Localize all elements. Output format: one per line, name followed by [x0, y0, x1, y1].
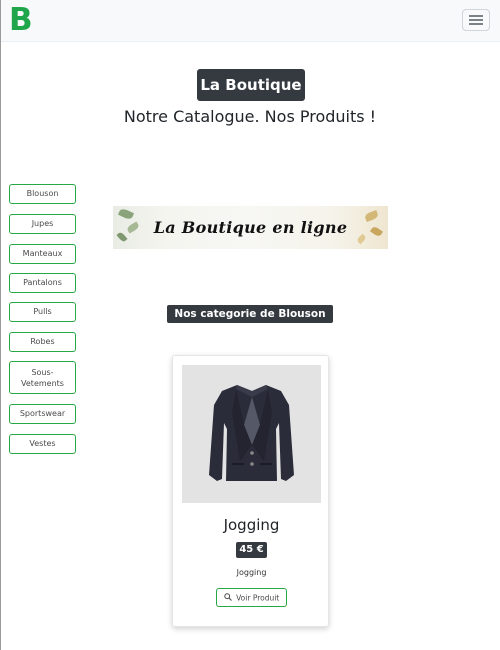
category-button-manteaux[interactable]: Manteaux — [9, 244, 76, 264]
category-button-pulls[interactable]: Pulls — [9, 302, 76, 322]
blazer-jacket-image — [209, 385, 294, 481]
product-image[interactable] — [182, 365, 321, 503]
hamburger-menu-icon — [469, 15, 483, 17]
category-button-jupes[interactable]: Jupes — [9, 214, 76, 234]
category-button-robes[interactable]: Robes — [9, 332, 76, 352]
search-icon — [224, 590, 232, 607]
navbar-toggler-button[interactable] — [462, 9, 490, 31]
view-product-button[interactable]: Voir Produit — [216, 588, 287, 607]
page-left-border — [0, 0, 1, 650]
category-button-pantalons[interactable]: Pantalons — [9, 273, 76, 293]
view-product-label: Voir Produit — [236, 593, 280, 603]
brand-logo[interactable]: B — [9, 5, 35, 36]
page-title: La Boutique — [197, 69, 305, 101]
price-badge: 45 € — [236, 542, 267, 558]
category-button-vestes[interactable]: Vestes — [9, 434, 76, 454]
product-title[interactable]: Jogging — [173, 515, 330, 535]
category-button-sportswear[interactable]: Sportswear — [9, 404, 76, 424]
store-banner: La Boutique en ligne — [113, 206, 388, 249]
navbar: B — [0, 0, 500, 42]
category-button-sous-vetements[interactable]: Sous- Vetements — [9, 361, 76, 394]
page-subtitle: Notre Catalogue. Nos Produits ! — [123, 107, 377, 126]
product-card: Jogging 45 € Jogging Voir Produit — [172, 355, 329, 627]
product-description: Jogging — [236, 568, 267, 577]
category-heading: Nos categorie de Blouson — [167, 305, 333, 323]
category-button-blouson[interactable]: Blouson — [9, 184, 76, 204]
banner-text: La Boutique en ligne — [153, 218, 348, 237]
